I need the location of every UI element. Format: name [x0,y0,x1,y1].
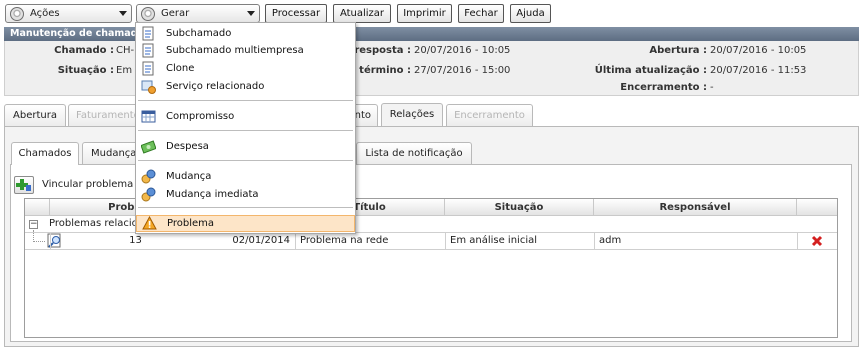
problema-situacao: Em análise inicial [450,235,538,246]
menu-item-despesa[interactable]: Despesa [136,138,355,155]
prazo-resposta-value: 20/07/2016 - 10:05 [414,45,511,56]
menu-item-label: Serviço relacionado [166,81,265,92]
delete-icon[interactable] [811,235,823,247]
document-icon [142,26,154,41]
encerramento-label: Encerramento : [620,82,707,93]
menu-item-label: Clone [166,63,195,74]
encerramento-value: - [710,82,714,93]
imprimir-button[interactable]: Imprimir [397,4,452,23]
collapse-toggle-icon[interactable]: − [29,220,38,229]
subtab-lista-notificacao[interactable]: Lista de notificação [356,142,472,164]
tab-relacoes[interactable]: Relações [381,103,443,126]
situacao-label: Situação : [57,65,114,76]
grid-header-actions [797,199,837,216]
warning-icon [142,216,157,230]
add-link-icon [16,179,31,191]
chamado-value: CH- [116,45,135,56]
menu-separator [138,130,353,131]
gerar-menu: Subchamado Subchamado multiempresa Clone… [135,22,356,234]
col-divider [594,233,595,249]
vincular-problema-label: Vincular problema [42,179,134,190]
grid-header-situacao[interactable]: Situação [445,199,594,216]
menu-item-clone[interactable]: Clone [136,60,355,77]
fechar-button[interactable]: Fechar [458,4,504,23]
chamado-label: Chamado : [54,45,114,56]
vincular-problema-button[interactable] [14,176,34,194]
calendar-icon [141,110,156,123]
document-icon [142,43,154,58]
money-icon [141,140,156,154]
grid-header-blank [25,199,50,216]
change-icon [141,187,156,202]
col-divider [50,233,51,249]
row-divider [25,249,837,250]
change-icon [141,169,156,184]
acoes-dropdown[interactable]: Ações [5,4,132,23]
grid-header-responsavel[interactable]: Responsável [594,199,797,216]
menu-separator [138,207,353,208]
menu-item-label: Problema [167,218,215,229]
chevron-down-icon [119,11,127,16]
prazo-termino-label: e término : [348,65,411,76]
problema-titulo: Problema na rede [300,235,389,246]
subtab-mudanca[interactable]: Mudança [82,142,142,164]
chevron-down-icon [247,11,255,16]
acoes-label: Ações [30,8,60,19]
ultima-atualizacao-value: 20/07/2016 - 11:53 [710,65,807,76]
abertura-label: Abertura : [649,45,707,56]
col-divider [445,233,446,249]
atualizar-button[interactable]: Atualizar [333,4,391,23]
menu-item-label: Subchamado multiempresa [166,45,304,56]
menu-item-label: Compromisso [166,111,235,122]
ultima-atualizacao-label: Última atualização : [594,65,707,76]
menu-item-label: Mudança imediata [166,189,259,200]
menu-item-subchamado-multiempresa[interactable]: Subchamado multiempresa [136,42,355,59]
problema-data: 02/01/2014 [232,235,290,246]
problema-responsavel: adm [599,235,622,246]
processar-button[interactable]: Processar [265,4,327,23]
tab-encerramento[interactable]: Encerramento [446,104,533,126]
ajuda-button[interactable]: Ajuda [510,4,551,23]
menu-item-label: Subchamado [166,28,232,39]
tree-line [33,241,45,242]
menu-item-problema[interactable]: Problema [136,215,355,232]
panel-title: Manutenção de chamado [4,27,859,41]
menu-item-servico-relacionado[interactable]: Serviço relacionado [136,78,355,95]
service-icon [141,80,156,94]
prazo-termino-value: 27/07/2016 - 15:00 [414,65,511,76]
tab-abertura[interactable]: Abertura [4,104,66,126]
menu-item-label: Mudança [166,171,212,182]
abertura-value: 20/07/2016 - 10:05 [710,45,807,56]
group-label: Problemas relacio [49,218,138,229]
menu-item-mudanca-imediata[interactable]: Mudança imediata [136,186,355,203]
gear-icon [141,6,155,21]
menu-item-mudanca[interactable]: Mudança [136,168,355,185]
menu-separator [138,160,353,161]
document-icon [142,61,154,76]
gerar-label: Gerar [161,8,190,19]
menu-item-subchamado[interactable]: Subchamado [136,25,355,42]
subtab-chamados[interactable]: Chamados [11,142,79,165]
menu-separator [138,100,353,101]
menu-item-compromisso[interactable]: Compromisso [136,108,355,125]
col-divider [797,233,798,249]
menu-item-label: Despesa [166,141,209,152]
situacao-value: Em [116,65,133,76]
gerar-dropdown[interactable]: Gerar [136,4,260,23]
gear-icon [10,6,24,21]
tab-faturamento[interactable]: Faturamento [68,104,140,126]
